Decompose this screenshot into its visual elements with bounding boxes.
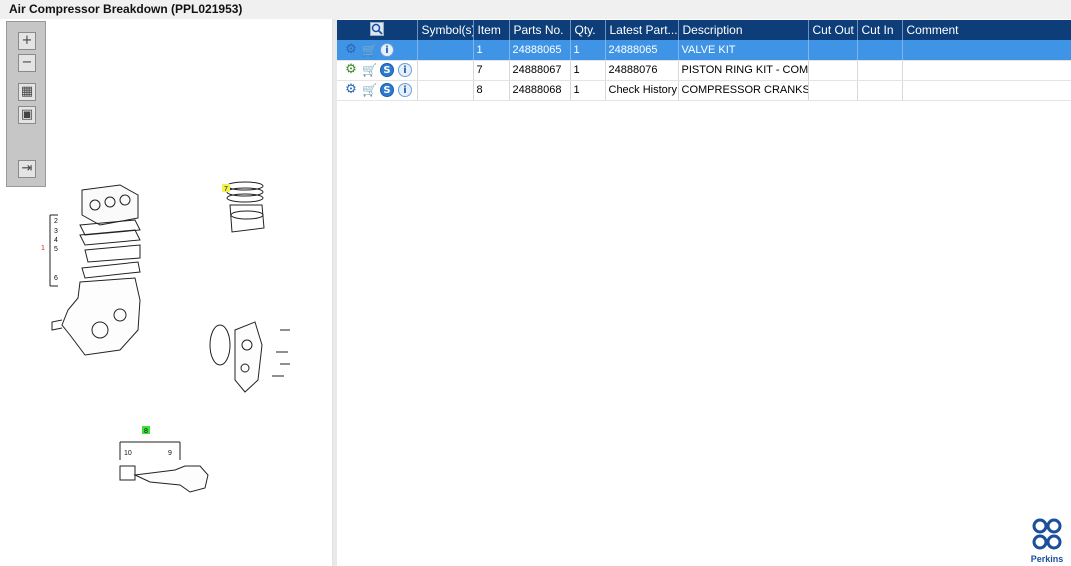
callout-9: 9 [168,450,172,457]
cell-description: PISTON RING KIT - COMP [678,60,809,81]
cell-comment [902,60,1071,81]
cell-comment [902,80,1071,101]
row-actions: ⚙ 🛒 i [337,40,418,61]
cell-latest-part: 24888076 [605,60,679,81]
cell-cut-in [857,80,903,101]
table-header-row: Symbol(s) Item Parts No. Qty. Latest Par… [337,20,1071,40]
cart-icon[interactable]: 🛒 [362,63,377,77]
cell-symbols [417,80,474,101]
info-icon[interactable]: i [398,83,412,97]
cell-cut-out [808,60,858,81]
cell-qty: 1 [570,60,606,81]
cell-cut-in [857,40,903,61]
title-bar: Air Compressor Breakdown (PPL021953) [0,0,1071,19]
window-title: Air Compressor Breakdown (PPL021953) [9,2,243,16]
collapse-panel-icon[interactable]: ⇥ [18,160,36,178]
callout-7: 7 [224,186,228,193]
exploded-parts-diagram: 7 1 2 3 4 5 6 8 10 9 [41,181,290,493]
column-parts-no[interactable]: Parts No. [509,20,571,40]
perkins-logo-mark [1032,518,1062,550]
cart-icon[interactable]: 🛒 [362,83,377,97]
s-icon[interactable]: S [380,63,394,77]
cell-cut-in [857,60,903,81]
callout-10: 10 [124,450,132,457]
gear-icon[interactable]: ⚙ [344,63,358,77]
cell-item: 8 [473,80,510,101]
zoom-out-icon[interactable]: − [18,54,36,72]
callout-6: 6 [54,275,58,282]
row-actions: ⚙ 🛒 S i [337,60,418,81]
cell-parts-no: 24888067 [509,60,571,81]
drawing-toolbox: + − ▦ ▣ ⇥ [6,21,46,187]
perkins-logo: Perkins [1027,517,1067,564]
callout-2: 2 [54,218,58,225]
cell-qty: 1 [570,80,606,101]
column-qty[interactable]: Qty. [570,20,606,40]
callout-8: 8 [144,428,148,435]
column-description[interactable]: Description [678,20,809,40]
cell-symbols [417,40,474,61]
column-comment[interactable]: Comment [902,20,1071,40]
cell-description: COMPRESSOR CRANKSH [678,80,809,101]
callout-4: 4 [54,237,58,244]
callout-5: 5 [54,246,58,253]
gears-icon[interactable]: ⚙ [344,83,358,97]
parts-table-area: Symbol(s) Item Parts No. Qty. Latest Par… [337,19,1071,566]
gears-icon[interactable]: ⚙ [344,42,358,57]
column-cut-in[interactable]: Cut In [857,20,903,40]
cell-parts-no: 24888065 [509,40,571,61]
cell-cut-out [808,40,858,61]
zoom-in-icon[interactable]: + [18,32,36,50]
s-icon[interactable]: S [380,83,394,97]
info-icon[interactable]: i [398,63,412,77]
row-actions: ⚙ 🛒 S i [337,80,418,101]
cell-cut-out [808,80,858,101]
cell-latest-part: Check History [605,80,679,101]
fit-view-icon[interactable]: ▣ [18,106,36,124]
column-symbols[interactable]: Symbol(s) [417,20,474,40]
table-row[interactable]: ⚙ 🛒 S i 8 24888068 1 Check History COMPR… [337,80,1071,101]
grid-view-icon[interactable]: ▦ [18,83,36,101]
cell-description: VALVE KIT [678,40,809,61]
parts-table: Symbol(s) Item Parts No. Qty. Latest Par… [337,20,1071,101]
callout-1: 1 [41,245,45,252]
cell-item: 1 [473,40,510,61]
column-latest-part[interactable]: Latest Part... [605,20,679,40]
cell-latest-part: 24888065 [605,40,679,61]
cell-symbols [417,60,474,81]
table-row[interactable]: ⚙ 🛒 S i 7 24888067 1 24888076 PISTON RIN… [337,60,1071,81]
brand-name: Perkins [1030,554,1064,564]
column-cut-out[interactable]: Cut Out [808,20,858,40]
cell-comment [902,40,1071,61]
info-icon[interactable]: i [380,42,394,57]
cart-icon[interactable]: 🛒 [362,43,377,57]
cell-item: 7 [473,60,510,81]
cell-parts-no: 24888068 [509,80,571,101]
cell-qty: 1 [570,40,606,61]
callout-3: 3 [54,228,58,235]
column-item[interactable]: Item [473,20,510,40]
table-row[interactable]: ⚙ 🛒 i 1 24888065 1 24888065 VALVE KIT [337,40,1071,61]
search-parts-icon[interactable] [337,20,418,40]
